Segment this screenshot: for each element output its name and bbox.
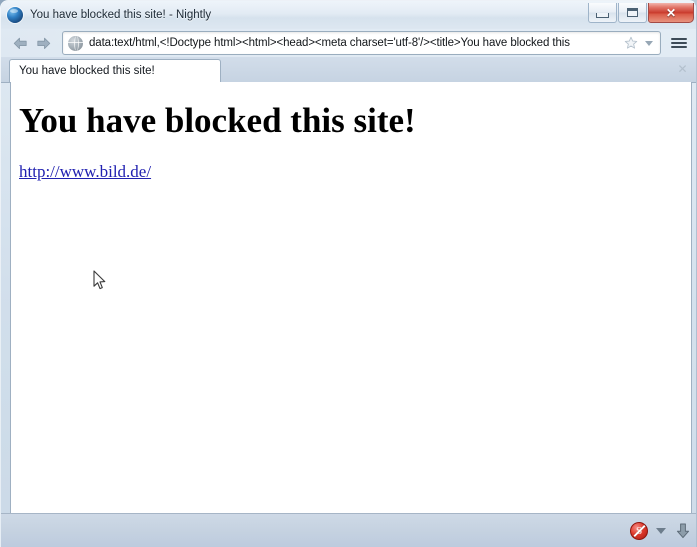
back-button[interactable] bbox=[9, 32, 31, 54]
minimize-button[interactable] bbox=[588, 3, 617, 23]
title-bar-content: You have blocked this site! - Nightly bbox=[7, 4, 211, 26]
window-title: You have blocked this site! - Nightly bbox=[30, 9, 212, 21]
page-content: You have blocked this site! http://www.b… bbox=[10, 82, 692, 513]
page-title: You have blocked this site! bbox=[19, 101, 416, 140]
tab-close-icon[interactable]: ✕ bbox=[675, 61, 690, 76]
browser-window: You have blocked this site! - Nightly ✕ bbox=[0, 0, 697, 547]
tab-label: You have blocked this site! bbox=[19, 65, 155, 77]
maximize-icon bbox=[627, 8, 638, 17]
addon-dropdown-button[interactable] bbox=[654, 524, 668, 538]
url-input[interactable]: data:text/html,<!Doctype html><html><hea… bbox=[89, 37, 618, 49]
app-globe-icon bbox=[7, 7, 23, 23]
title-bar[interactable]: You have blocked this site! - Nightly ✕ bbox=[1, 1, 696, 29]
site-globe-icon bbox=[68, 35, 83, 51]
hamburger-line-1 bbox=[671, 38, 687, 40]
chevron-down-icon bbox=[656, 528, 666, 534]
download-arrow-icon bbox=[676, 523, 690, 539]
forward-button[interactable] bbox=[32, 32, 54, 54]
mouse-cursor-icon bbox=[93, 270, 106, 290]
arrow-right-icon bbox=[36, 37, 50, 49]
arrow-left-icon bbox=[13, 37, 27, 49]
star-glyph bbox=[624, 36, 638, 49]
window-controls: ✕ bbox=[588, 3, 694, 24]
navigation-toolbar: data:text/html,<!Doctype html><html><hea… bbox=[1, 29, 696, 57]
tab-strip: You have blocked this site! ✕ bbox=[1, 57, 696, 83]
addon-status-bar: S bbox=[1, 513, 696, 547]
chevron-down-icon bbox=[645, 40, 653, 46]
downloads-button[interactable] bbox=[674, 521, 692, 541]
menu-button[interactable] bbox=[667, 32, 691, 54]
addon-bar-icons: S bbox=[630, 519, 692, 543]
close-icon: ✕ bbox=[665, 5, 677, 20]
hamburger-line-3 bbox=[671, 46, 687, 48]
noscript-icon[interactable]: S bbox=[630, 522, 648, 540]
close-button[interactable]: ✕ bbox=[648, 3, 694, 23]
urlbar-dropdown-icon[interactable] bbox=[641, 34, 657, 52]
tab-item-active[interactable]: You have blocked this site! bbox=[9, 59, 221, 82]
url-bar[interactable]: data:text/html,<!Doctype html><html><hea… bbox=[62, 31, 661, 55]
maximize-button[interactable] bbox=[618, 3, 647, 23]
bookmark-star-icon[interactable] bbox=[622, 34, 640, 52]
blocked-site-link[interactable]: http://www.bild.de/ bbox=[19, 162, 151, 182]
hamburger-line-2 bbox=[671, 42, 687, 44]
minimize-icon bbox=[596, 12, 609, 18]
